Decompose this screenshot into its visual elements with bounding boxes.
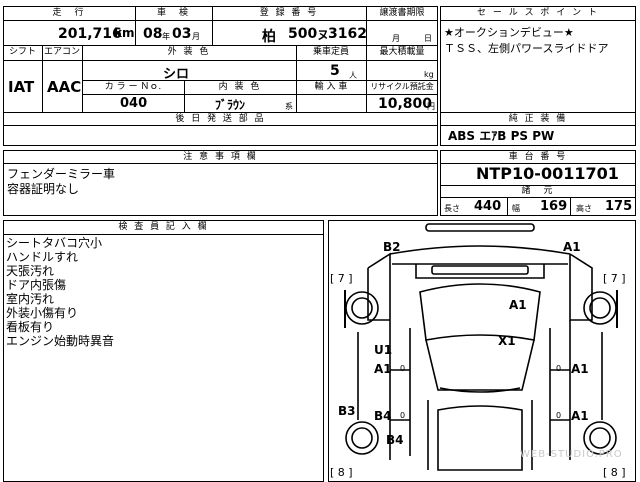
tire-depth-front-right: [ 7 ] xyxy=(603,272,626,285)
reg-place: 柏 xyxy=(262,29,276,45)
damage-label-a1-left: A1 xyxy=(374,362,392,376)
length-value: 440 xyxy=(474,199,502,214)
sales-point-box xyxy=(440,6,636,113)
color-no-value: 040 xyxy=(120,96,148,111)
damage-label-a1-rear: A1 xyxy=(571,409,589,423)
damage-label-b4-left: B4 xyxy=(374,409,392,423)
watermark: WEB-STUDIO.PRO xyxy=(520,449,623,460)
inspector-note-2: ハンドルすれ xyxy=(6,250,79,264)
inspection-month-unit: 月 xyxy=(192,32,200,41)
damage-label-b3: B3 xyxy=(338,404,356,418)
inspector-note-6: 外装小傷有り xyxy=(6,306,79,320)
shift-value: IAT xyxy=(8,78,35,96)
exterior-color-value: シロ xyxy=(163,67,190,82)
damage-label-a1-front: A1 xyxy=(563,240,581,254)
equipment-header: 純 正 装 備 xyxy=(508,114,568,124)
interior-color-header: 内 装 色 xyxy=(218,82,262,92)
inspector-note-7: 看板有り xyxy=(6,320,55,334)
chassis-header: 車 台 番 号 xyxy=(508,152,568,162)
zero-mark-2: 0 xyxy=(556,364,562,373)
tire-depth-rear-left: [ 8 ] xyxy=(330,466,353,479)
equipment-values: ABS エｱB PS PW xyxy=(448,129,555,143)
length-label: 長さ xyxy=(444,204,460,213)
tire-depth-front-left: [ 7 ] xyxy=(330,272,353,285)
inspector-note-1: シートタバコ穴小 xyxy=(6,236,103,250)
aircon-value: AAC xyxy=(47,78,82,96)
notes-line-1: フェンダーミラー車 xyxy=(7,167,116,181)
reg-class: 500 xyxy=(288,26,318,42)
zero-mark-1: 0 xyxy=(400,364,406,373)
height-value: 175 xyxy=(605,199,633,214)
damage-label-a1-right: A1 xyxy=(571,362,589,376)
mileage-value: 201,716 xyxy=(58,26,122,42)
zero-mark-4: 0 xyxy=(556,411,562,420)
inspector-note-3: 天張汚れ xyxy=(6,264,55,278)
mileage-header: 走 行 xyxy=(52,8,86,18)
capacity-value: 5 xyxy=(330,63,340,79)
notes-line-2: 容器証明なし xyxy=(7,182,80,196)
sales-point-line-2: ＴＳＳ、左側パワースライドドア xyxy=(444,42,609,55)
recycle-header: リサイクル預託金 xyxy=(370,82,434,91)
inspector-note-5: 室内汚れ xyxy=(6,292,55,306)
capacity-header: 乗車定員 xyxy=(312,47,349,57)
inspection-year: 08 xyxy=(143,26,163,42)
inspection-month: 03 xyxy=(172,26,192,42)
damage-label-a1-hood: A1 xyxy=(509,298,527,312)
deadline-month: 月 xyxy=(392,34,400,43)
dimensions-header: 諸 元 xyxy=(521,186,555,196)
width-label: 幅 xyxy=(512,204,520,213)
inspector-note-8: エンジン始動時異音 xyxy=(6,334,115,348)
tire-depth-rear-right: [ 8 ] xyxy=(603,466,626,479)
chassis-value: NTP10-0011701 xyxy=(476,164,619,183)
transfer-deadline-header: 譲渡書期限 xyxy=(379,8,425,18)
damage-label-b2: B2 xyxy=(383,240,401,254)
zero-mark-3: 0 xyxy=(400,411,406,420)
deadline-day: 日 xyxy=(424,34,432,43)
later-parts-header: 後 日 発 送 部 品 xyxy=(175,114,266,124)
inspector-note-4: ドア内張傷 xyxy=(6,278,67,292)
inspector-header: 検 査 員 記 入 欄 xyxy=(118,222,209,232)
damage-label-u1: U1 xyxy=(374,343,393,357)
aircon-header: エアコン xyxy=(43,47,80,57)
mileage-unit: km xyxy=(114,26,135,40)
inspection-header: 車 検 xyxy=(156,8,190,18)
recycle-unit: 円 xyxy=(427,102,435,111)
sales-point-line-1: ★オークションデビュー★ xyxy=(444,26,574,39)
reg-number: 3162 xyxy=(328,26,367,42)
inspection-year-unit: 年 xyxy=(162,32,170,41)
recycle-value: 10,800 xyxy=(378,96,433,112)
capacity-unit: 人 xyxy=(349,71,357,80)
color-no-header: カ ラ ー Ｎｏ. xyxy=(104,82,162,92)
interior-color-value: ﾌﾞﾗｳﾝ xyxy=(215,98,246,112)
damage-label-b4-rear: B4 xyxy=(386,433,404,447)
damage-label-x1: X1 xyxy=(498,334,516,348)
import-header: 輸 入 車 xyxy=(314,82,348,92)
sales-point-header: セ ー ル ス ポ イ ン ト xyxy=(476,8,600,18)
registration-header: 登 録 番 号 xyxy=(259,8,319,18)
height-label: 高さ xyxy=(576,204,592,213)
max-load-unit: kg xyxy=(424,70,434,79)
exterior-color-header: 外 装 色 xyxy=(167,47,211,57)
interior-color-suffix: 系 xyxy=(285,102,293,111)
width-value: 169 xyxy=(540,199,568,214)
max-load-header: 最大積載量 xyxy=(379,47,425,57)
notes-header: 注 意 事 項 欄 xyxy=(183,152,258,162)
shift-header: シフト xyxy=(8,47,36,57)
